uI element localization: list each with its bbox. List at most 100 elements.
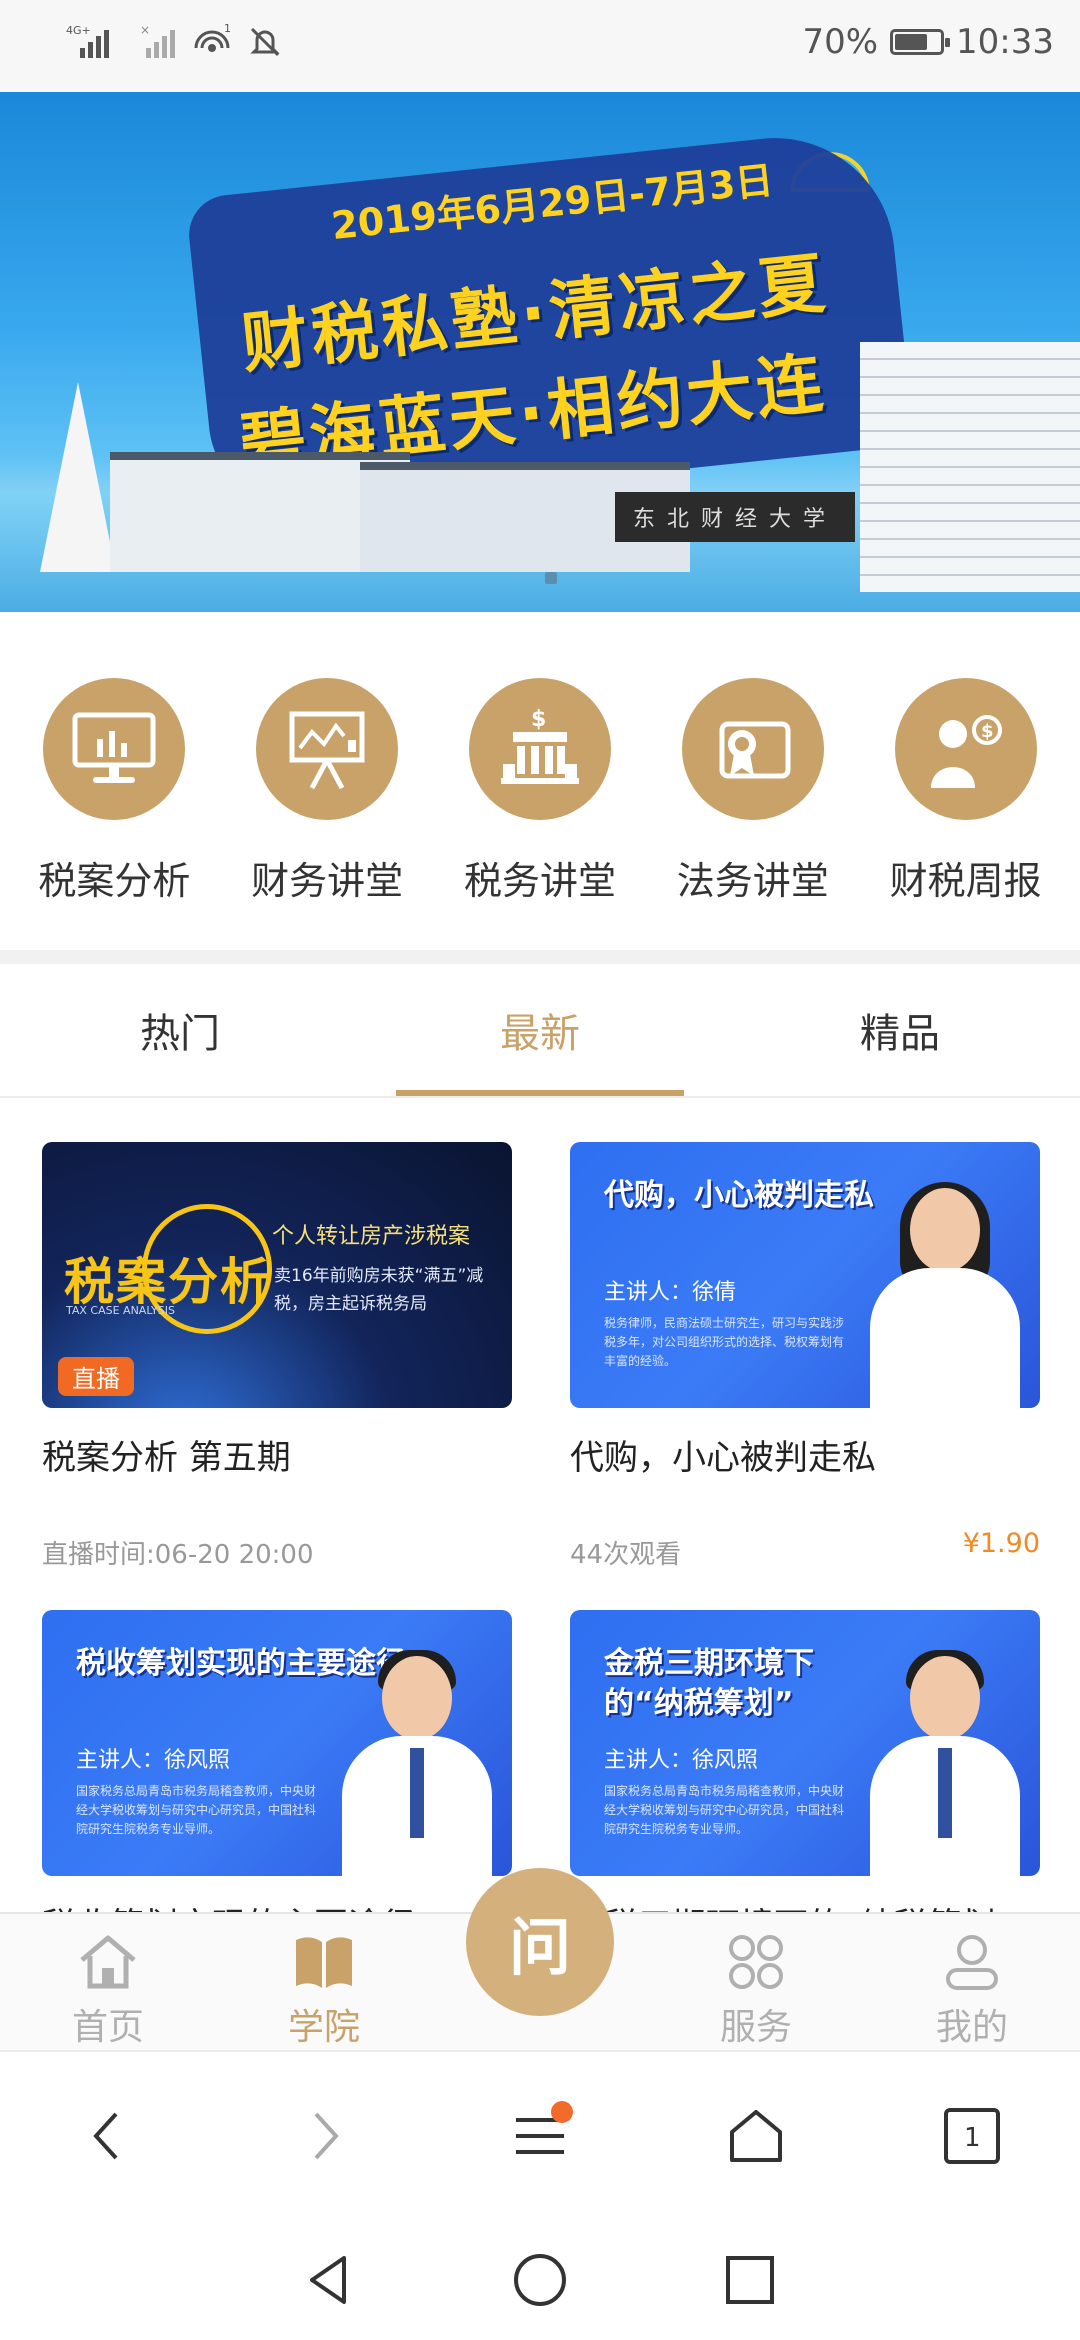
thumb-description: 税务律师，民商法硕士研究生，研习与实践涉税多年，对公司组织形式的选择、税权筹划有… (604, 1316, 845, 1368)
category-label: 财税周报 (889, 859, 1042, 903)
notification-dot (551, 2101, 573, 2123)
tax-bureau-building-icon: $ (468, 678, 611, 820)
presenter-photo (342, 1650, 492, 1876)
hotspot-count: 1 (224, 22, 231, 35)
system-home-icon[interactable] (510, 2250, 570, 2310)
browser-home-button[interactable] (701, 2081, 811, 2191)
course-thumbnail[interactable]: 金税三期环境下 的“纳税筹划” 主讲人：徐风照 国家税务总局青岛市税务局稽查教师… (570, 1610, 1040, 1876)
system-nav-bar (0, 2220, 1080, 2340)
svg-text:$: $ (531, 707, 546, 732)
nav-services[interactable]: 服务 (648, 1914, 864, 2050)
back-button[interactable] (53, 2081, 163, 2191)
presentation-board-icon (256, 678, 399, 820)
category-label: 财务讲堂 (251, 859, 404, 903)
battery-percent: 70% (802, 22, 879, 62)
svg-text:$: $ (981, 721, 994, 742)
chevron-left-icon (93, 2112, 118, 2160)
live-time: 直播时间:06-20 20:00 (42, 1540, 314, 1570)
course-title[interactable]: 代购，小心被判走私 (570, 1430, 1040, 1479)
presenter-photo (870, 1650, 1020, 1876)
course-thumbnail[interactable]: 税收筹划实现的主要途径 主讲人：徐风照 国家税务总局青岛市税务局稽查教师，中央财… (42, 1610, 512, 1876)
category-label: 税务讲堂 (463, 859, 616, 903)
view-count: 44次观看 (570, 1540, 682, 1570)
thumb-heading: 代购，小心被判走私 (604, 1178, 874, 1213)
category-tax-class[interactable]: $ 税务讲堂 (440, 630, 640, 950)
certificate-icon (681, 678, 824, 820)
tab-premium[interactable]: 精品 (720, 964, 1080, 1096)
course-card[interactable]: 税收筹划实现的主要途径 主讲人：徐风照 国家税务总局青岛市税务局稽查教师，中央财… (42, 1610, 512, 1947)
thumb-heading-line-2: 的“纳税筹划” (604, 1686, 794, 1721)
building-graphic-right (860, 342, 1080, 592)
sailboat-graphic (40, 382, 116, 572)
signal-sim2-icon: × (140, 22, 180, 66)
nav-home[interactable]: 首页 (0, 1914, 216, 2050)
live-badge: 直播 (58, 1357, 134, 1396)
forward-button[interactable] (269, 2081, 379, 2191)
advisor-coin-icon: $ (894, 678, 1037, 820)
tab-hot[interactable]: 热门 (0, 964, 360, 1096)
section-divider (0, 950, 1080, 964)
price-label: ¥1.90 (962, 1528, 1040, 1559)
carousel-indicator[interactable] (545, 572, 557, 584)
category-label: 法务讲堂 (676, 859, 829, 903)
battery-fill (895, 34, 928, 50)
status-icons-left: 4G+ × 1 (66, 22, 282, 66)
nav-label: 我的 (935, 2007, 1008, 2048)
category-tax-case[interactable]: 税案分析 (14, 630, 214, 950)
tabs-button[interactable]: 1 (917, 2081, 1027, 2191)
profile-icon (937, 1930, 1007, 1994)
category-weekly-report[interactable]: $ 财税周报 (866, 630, 1066, 950)
thumb-presenter: 主讲人：徐倩 (604, 1280, 737, 1305)
nav-label: 首页 (71, 2007, 144, 2048)
course-thumbnail[interactable]: 税案分析 TAX CASE ANALYSIS 个人转让房产涉税案 卖16年前购房… (42, 1142, 512, 1408)
thumb-presenter: 主讲人：徐风照 (76, 1748, 231, 1773)
tab-count-icon: 1 (944, 2108, 1000, 2164)
svg-text:4G+: 4G+ (66, 24, 91, 37)
nav-label: 服务 (719, 2007, 792, 2048)
signal-4g-icon: 4G+ (66, 22, 126, 66)
nav-profile[interactable]: 我的 (864, 1914, 1080, 2050)
promo-banner[interactable]: 2019年6月29日-7月3日 财税私塾·清凉之夏 碧海蓝天·相约大连 东北财经… (0, 92, 1080, 612)
clock: 10:33 (956, 22, 1054, 62)
monitor-chart-icon (43, 678, 186, 820)
category-label: 税案分析 (38, 859, 191, 903)
university-sign: 东北财经大学 (615, 492, 855, 542)
tab-count: 1 (964, 2123, 981, 2153)
thumb-description: 国家税务总局青岛市税务局稽查教师，中央财经大学税收筹划与研究中心研究员，中国社科… (76, 1784, 317, 1836)
menu-button[interactable] (485, 2081, 595, 2191)
home-icon (73, 1930, 143, 1994)
ask-button[interactable]: 问 (466, 1868, 614, 2016)
book-icon (289, 1930, 359, 1994)
thumb-presenter: 主讲人：徐风照 (604, 1748, 759, 1773)
course-card[interactable]: 金税三期环境下 的“纳税筹划” 主讲人：徐风照 国家税务总局青岛市税务局稽查教师… (570, 1610, 1040, 1947)
home-outline-icon (730, 2110, 782, 2162)
status-icons-right: 70% 10:33 (802, 22, 1054, 62)
category-finance-class[interactable]: 财务讲堂 (227, 630, 427, 950)
services-grid-icon (721, 1930, 791, 1994)
nav-label: 学院 (287, 2007, 360, 2048)
browser-toolbar: 1 (0, 2050, 1080, 2220)
hotspot-icon: 1 (194, 22, 234, 66)
thumb-description: 卖16年前购房未获“满五”减税，房主起诉税务局 (274, 1266, 484, 1314)
thumb-heading: 金税三期环境下 的“纳税筹划” (604, 1644, 814, 1724)
status-bar: 4G+ × 1 70% 10:33 (0, 0, 1080, 92)
tab-latest[interactable]: 最新 (360, 964, 720, 1096)
course-card[interactable]: 代购，小心被判走私 主讲人：徐倩 税务律师，民商法硕士研究生，研习与实践涉税多年… (570, 1142, 1040, 1570)
category-legal-class[interactable]: 法务讲堂 (653, 630, 853, 950)
system-recents-icon[interactable] (720, 2250, 780, 2310)
thumb-description: 国家税务总局青岛市税务局稽查教师，中央财经大学税收筹划与研究中心研究员，中国社科… (604, 1784, 845, 1836)
battery-icon (890, 29, 951, 55)
chevron-right-icon (314, 2112, 339, 2160)
nav-academy[interactable]: 学院 (216, 1914, 432, 2050)
svg-text:×: × (140, 23, 150, 37)
course-title[interactable]: 税案分析 第五期 (42, 1430, 512, 1479)
presenter-photo (870, 1182, 1020, 1408)
course-card[interactable]: 税案分析 TAX CASE ANALYSIS 个人转让房产涉税案 卖16年前购房… (42, 1142, 512, 1570)
category-row: 税案分析 财务讲堂 $ 税务讲堂 法务讲堂 $ 财税周报 (0, 630, 1080, 950)
course-thumbnail[interactable]: 代购，小心被判走私 主讲人：徐倩 税务律师，民商法硕士研究生，研习与实践涉税多年… (570, 1142, 1040, 1408)
thumb-logo-subtitle: TAX CASE ANALYSIS (66, 1304, 175, 1317)
system-back-icon[interactable] (300, 2250, 360, 2310)
thumb-heading: 个人转让房产涉税案 (272, 1224, 471, 1249)
content-tabs: 热门 最新 精品 (0, 964, 1080, 1098)
thumb-heading-line-1: 金税三期环境下 (604, 1646, 814, 1681)
